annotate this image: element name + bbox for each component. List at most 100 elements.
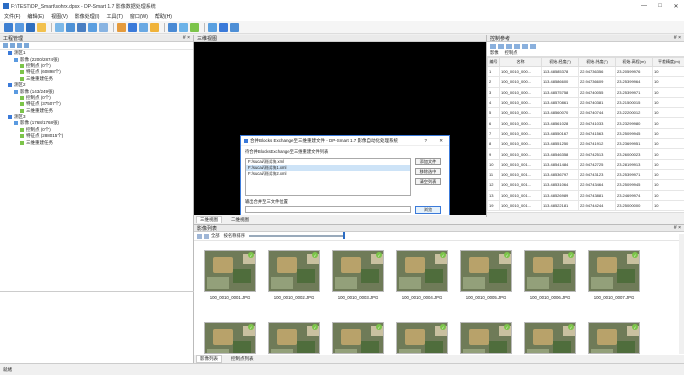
table-row[interactable]: 19 100_0010_001... 113.48522181 22.94744244… <box>487 199 684 212</box>
column-header[interactable]: 平差精度(m) <box>652 57 684 67</box>
add-file-button[interactable]: 添加文件 <box>415 158 441 165</box>
save-icon[interactable] <box>26 22 35 32</box>
image-icon[interactable] <box>88 22 97 32</box>
align-icon[interactable] <box>66 22 75 32</box>
folder-icon[interactable] <box>37 22 46 32</box>
image-thumbnail[interactable]: ✓ <box>332 322 384 354</box>
clear-list-button[interactable]: 清空列表 <box>415 178 441 185</box>
tab-control-points[interactable]: 控制点 <box>505 50 518 56</box>
close-button[interactable]: ✕ <box>668 0 684 12</box>
image-thumbnail[interactable]: ✓ <box>524 322 576 354</box>
image-thumbnail[interactable]: ✓ <box>268 322 320 354</box>
table-row[interactable]: 9 100_0010_000... 113.48546358 22.94742513 2… <box>487 148 684 160</box>
output-path-field[interactable] <box>245 206 411 213</box>
open-project-icon[interactable] <box>15 22 24 32</box>
check-icon[interactable] <box>190 22 199 32</box>
table-row[interactable]: 1 100_0010_000... 113.48585378 22.94736356 2… <box>487 65 684 78</box>
table-row[interactable]: 7 100_0010_000... 113.48550167 22.94741563 2… <box>487 127 684 140</box>
grid-view-icon[interactable] <box>197 233 202 239</box>
export-icon[interactable] <box>522 43 528 49</box>
table-row[interactable]: 3 100_0010_000... 113.48575758 22.94740055 2… <box>487 86 684 98</box>
info-icon[interactable] <box>230 22 239 32</box>
table-row[interactable]: 8 100_0010_000... 113.48551250 22.94741912 2… <box>487 138 684 150</box>
menu-help[interactable]: 帮助(H) <box>155 13 172 20</box>
process-icon[interactable] <box>117 22 126 32</box>
image-thumbnail[interactable]: ✓ <box>588 250 640 292</box>
image-thumbnail[interactable]: ✓ <box>460 322 512 354</box>
table-row[interactable]: 4 100_0010_000... 113.48570861 22.94740381 2… <box>487 96 684 109</box>
column-header[interactable]: 编号 <box>487 57 500 67</box>
thumbnail-size-slider[interactable] <box>249 232 346 239</box>
horizontal-scrollbar[interactable] <box>487 212 684 217</box>
collapse-icon[interactable] <box>10 43 15 48</box>
menu-window[interactable]: 窗口(W) <box>130 13 148 20</box>
layers-icon[interactable] <box>99 22 108 32</box>
run-icon[interactable] <box>128 22 137 32</box>
image-thumbnail[interactable]: ✓ <box>588 322 640 354</box>
tree-icon[interactable] <box>219 22 228 32</box>
dialog-close-icon[interactable]: ✕ <box>439 138 443 144</box>
image-thumbnail[interactable]: ✓ <box>524 250 576 292</box>
panel-pin-icon[interactable]: # × <box>674 35 681 41</box>
menu-file[interactable]: 文件(F) <box>4 13 20 20</box>
menu-tools[interactable]: 工具(T) <box>106 13 122 20</box>
minimize-button[interactable]: — <box>636 0 652 12</box>
expand-icon[interactable] <box>3 43 8 48</box>
vertical-scrollbar[interactable] <box>679 234 684 354</box>
table-row[interactable]: 12 100_0010_001... 113.48531064 22.94743464… <box>487 179 684 191</box>
grid-icon[interactable] <box>77 22 86 32</box>
tab-image-list[interactable]: 影像列表 <box>196 355 222 363</box>
table-row[interactable]: 6 100_0010_000... 113.48561028 22.94741033 2… <box>487 117 684 129</box>
tab-control-point-list[interactable]: 控制点列表 <box>228 356 257 362</box>
menu-view[interactable]: 视图(V) <box>51 13 68 20</box>
filter-icon[interactable] <box>490 43 496 49</box>
image-thumbnail[interactable]: ✓ <box>460 250 512 292</box>
user-icon[interactable] <box>208 22 217 32</box>
panel-pin-icon[interactable]: # × <box>674 225 681 231</box>
file-list-item[interactable]: F:/sucai/测试块2.xml <box>246 171 410 177</box>
column-header[interactable]: 初始-纬度(°) <box>578 57 616 67</box>
add-icon[interactable] <box>24 43 29 48</box>
table-row[interactable]: 2 100_0010_000... 113.48586600 22.94736609 2… <box>487 76 684 88</box>
refresh-icon[interactable] <box>17 43 22 48</box>
image-thumbnail[interactable]: ✓ <box>396 250 448 292</box>
table-row[interactable]: 10 100_0010_001... 113.48541484 22.94742725… <box>487 158 684 170</box>
table-view-icon[interactable] <box>506 43 512 49</box>
flag-icon[interactable] <box>150 22 159 32</box>
column-header[interactable]: 名称 <box>499 57 542 67</box>
file-list[interactable]: F:/sucai/测试块.xml F:/sucai/测试块1.xml F:/su… <box>245 158 411 196</box>
sort-select[interactable]: 按名称排序 <box>224 233 245 239</box>
column-header[interactable]: 初始-经度(°) <box>541 57 579 67</box>
image-thumbnail[interactable]: ✓ <box>268 250 320 292</box>
image-thumbnail[interactable]: ✓ <box>332 250 384 292</box>
table-row[interactable]: 5 100_0010_000... 113.48560070 22.94740744 2… <box>487 107 684 119</box>
image-thumbnail[interactable]: ✓ <box>204 250 256 292</box>
browse-button[interactable]: 浏览 <box>415 206 441 214</box>
table-row[interactable]: 11 100_0010_001... 113.48536797 22.94743123… <box>487 168 684 181</box>
filter-select[interactable]: 全部 <box>211 233 220 239</box>
sort-icon[interactable] <box>498 43 504 49</box>
table-row[interactable]: 13 100_0010_001... 113.48526989 22.94743881… <box>487 189 684 201</box>
settings-icon[interactable] <box>530 43 536 49</box>
image-thumbnail[interactable]: ✓ <box>204 322 256 354</box>
tree-item[interactable]: 三维重建任务 <box>0 139 193 145</box>
maximize-button[interactable]: □ <box>652 0 668 12</box>
column-header[interactable]: 初始-高程(m) <box>615 57 653 67</box>
help-icon[interactable]: ? <box>424 138 427 143</box>
slider-handle[interactable] <box>343 232 346 239</box>
menu-edit[interactable]: 编辑(E) <box>27 13 44 20</box>
list-view-icon[interactable] <box>204 233 209 239</box>
new-project-icon[interactable] <box>4 22 13 32</box>
import-icon[interactable] <box>514 43 520 49</box>
add-images-icon[interactable] <box>55 22 64 32</box>
settings-icon[interactable] <box>168 22 177 32</box>
image-thumbnail[interactable]: ✓ <box>396 322 448 354</box>
panel-pin-icon[interactable]: # × <box>183 35 190 41</box>
tab-3d-view[interactable]: 三维视图 <box>196 216 222 223</box>
edit-icon[interactable] <box>139 22 148 32</box>
export-icon[interactable] <box>179 22 188 32</box>
tab-2d-view[interactable]: 二维视图 <box>228 217 252 223</box>
tab-images[interactable]: 影像 <box>490 50 499 56</box>
remove-selected-button[interactable]: 移除选中 <box>415 168 441 175</box>
menu-image-processing[interactable]: 影像处理(I) <box>75 13 100 20</box>
